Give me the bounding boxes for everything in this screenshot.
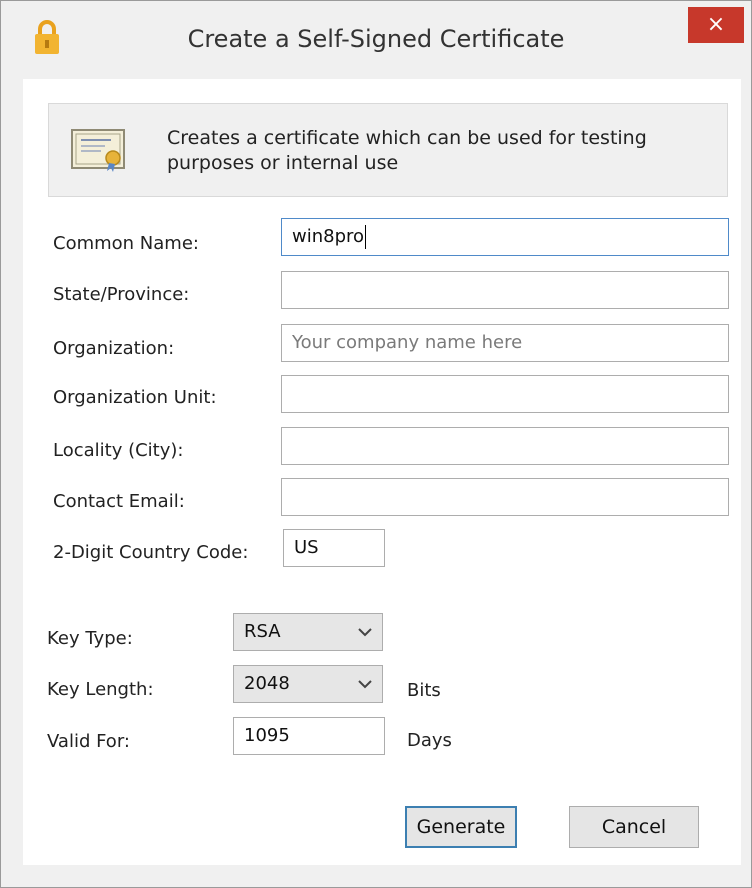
- key-length-value: 2048: [244, 673, 290, 694]
- generate-button[interactable]: Generate: [405, 806, 517, 848]
- common-name-value: win8pro: [292, 226, 365, 247]
- email-input[interactable]: [281, 478, 729, 516]
- certificate-icon: [71, 129, 125, 172]
- country-code-input[interactable]: US: [283, 529, 385, 567]
- banner-description: Creates a certificate which can be used …: [167, 127, 647, 174]
- key-length-unit: Bits: [407, 680, 441, 701]
- chevron-down-icon: [358, 680, 372, 689]
- title-bar[interactable]: Create a Self-Signed Certificate ×: [1, 1, 751, 79]
- organization-input[interactable]: Your company name here: [281, 324, 729, 362]
- email-label: Contact Email:: [53, 491, 185, 512]
- key-type-select[interactable]: RSA: [233, 613, 383, 651]
- key-type-value: RSA: [244, 621, 281, 642]
- dialog-body: Creates a certificate which can be used …: [23, 79, 741, 865]
- org-unit-input[interactable]: [281, 375, 729, 413]
- common-name-input[interactable]: win8pro: [281, 218, 729, 256]
- chevron-down-icon: [358, 628, 372, 637]
- state-input[interactable]: [281, 271, 729, 309]
- state-label: State/Province:: [53, 284, 190, 305]
- organization-label: Organization:: [53, 338, 175, 359]
- text-caret: [365, 225, 367, 249]
- country-code-label: 2-Digit Country Code:: [53, 542, 249, 563]
- dialog-title: Create a Self-Signed Certificate: [187, 25, 565, 53]
- common-name-label: Common Name:: [53, 233, 199, 254]
- org-unit-label: Organization Unit:: [53, 387, 217, 408]
- key-length-select[interactable]: 2048: [233, 665, 383, 703]
- info-banner: Creates a certificate which can be used …: [48, 103, 728, 197]
- locality-input[interactable]: [281, 427, 729, 465]
- dialog-window: Create a Self-Signed Certificate × Creat…: [0, 0, 752, 888]
- locality-label: Locality (City):: [53, 440, 184, 461]
- key-type-label: Key Type:: [47, 628, 133, 649]
- valid-for-label: Valid For:: [47, 731, 130, 752]
- valid-for-input[interactable]: 1095: [233, 717, 385, 755]
- valid-for-unit: Days: [407, 730, 452, 751]
- cancel-button[interactable]: Cancel: [569, 806, 699, 848]
- close-button[interactable]: ×: [688, 7, 744, 43]
- key-length-label: Key Length:: [47, 679, 154, 700]
